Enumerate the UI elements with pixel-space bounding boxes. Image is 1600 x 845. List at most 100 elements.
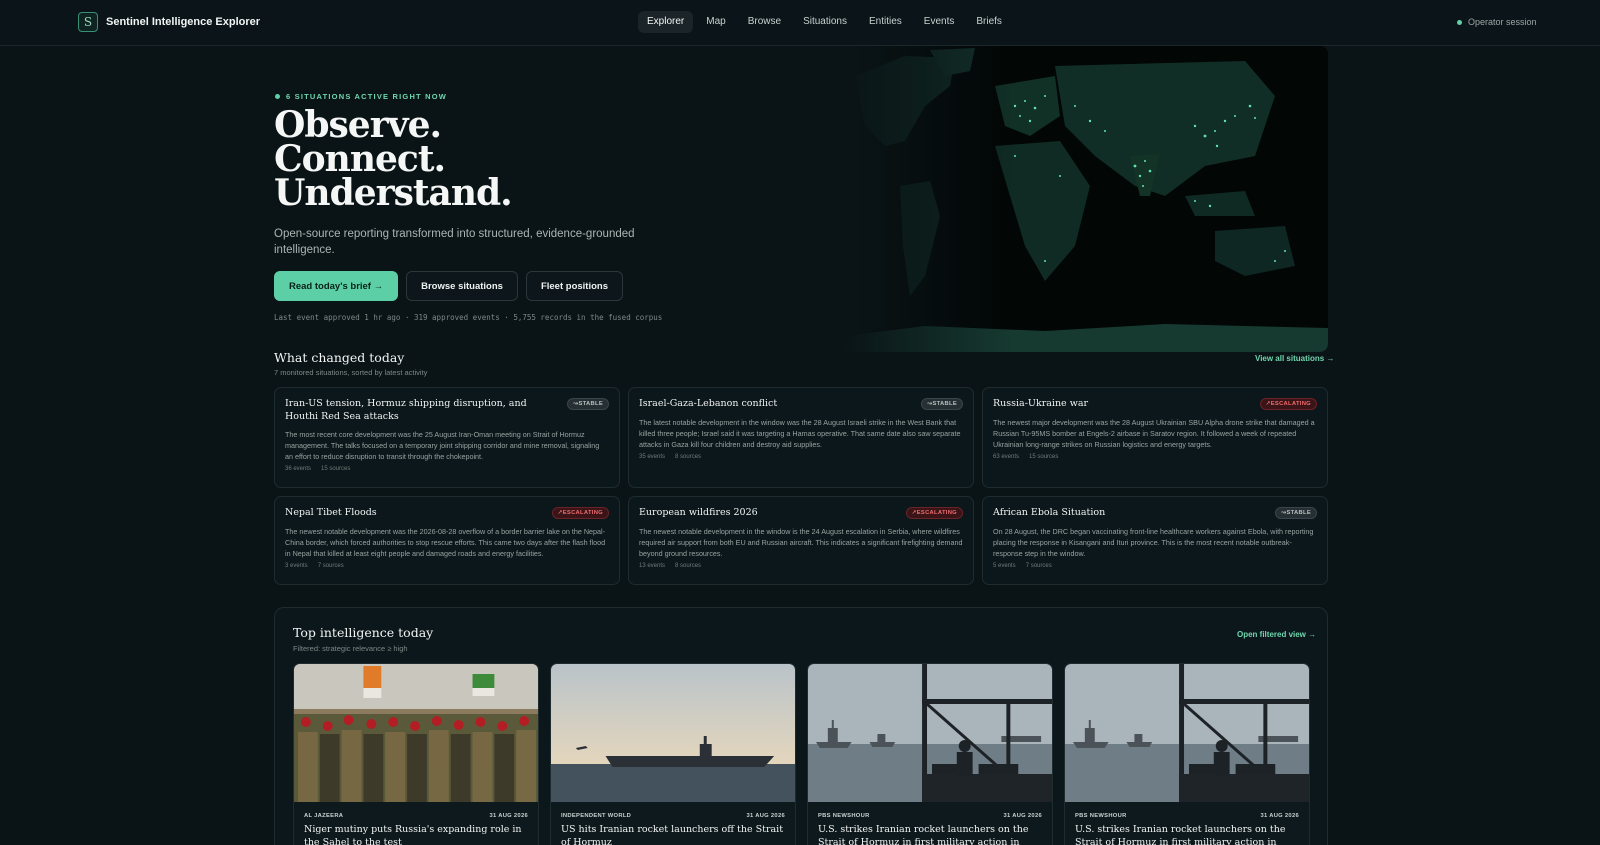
date-label: 31 AUG 2026 — [489, 813, 528, 819]
source-label: PBS NEWSHOUR — [818, 813, 870, 819]
source-label: INDEPENDENT WORLD — [561, 813, 632, 819]
soldiers-crowd-image — [294, 664, 538, 802]
top-bar: S Sentinel Intelligence Explorer Explore… — [0, 0, 1600, 46]
fleet-positions-button[interactable]: Fleet positions — [525, 271, 623, 301]
situation-summary: The newest notable development in the wi… — [639, 526, 963, 558]
intel-headline: U.S. strikes Iranian rocket launchers on… — [1075, 824, 1286, 845]
main-nav: Explorer Map Browse Situations Entities … — [638, 11, 1011, 33]
intel-meta: PBS NEWSHOUR 31 AUG 2026 — [808, 802, 1052, 819]
date-label: 31 AUG 2026 — [1003, 813, 1042, 819]
sources-count: 8 sources — [675, 562, 702, 569]
intel-headline: US hits Iranian rocket launchers off the… — [561, 824, 784, 845]
intel-meta: PBS NEWSHOUR 31 AUG 2026 — [1065, 802, 1309, 819]
sources-count: 15 sources — [321, 466, 351, 472]
nav-briefs[interactable]: Briefs — [967, 11, 1011, 33]
operator-session[interactable]: Operator session — [1457, 17, 1537, 27]
situation-summary: On 28 August, the DRC began vaccinating … — [993, 526, 1314, 558]
situation-summary: The newest notable development was the 2… — [285, 526, 606, 558]
brand-logo: S — [78, 12, 98, 32]
status-dot-icon — [1457, 19, 1462, 25]
hero-title-line: Understand. — [274, 172, 513, 214]
events-count: 35 events — [639, 453, 666, 460]
what-changed-subtitle: 7 monitored situations, sorted by latest… — [274, 368, 428, 377]
situation-summary: The latest notable development in the wi… — [639, 417, 961, 449]
events-count: 5 events — [993, 562, 1016, 569]
world-map-svg — [845, 46, 1328, 352]
situation-summary: The newest major development was the 28 … — [993, 417, 1315, 449]
situation-card[interactable]: European wildfires 2026 ↗ESCALATING The … — [628, 496, 974, 585]
intel-card[interactable]: INDEPENDENT WORLD 31 AUG 2026 US hits Ir… — [550, 663, 796, 845]
hero-kicker-text: 6 SITUATIONS ACTIVE RIGHT NOW — [286, 92, 448, 101]
hero-title-line: Connect. — [274, 138, 446, 180]
nav-situations[interactable]: Situations — [794, 11, 856, 33]
status-badge: ↗ESCALATING — [1259, 398, 1317, 410]
situation-title: African Ebola Situation — [993, 507, 1106, 518]
intel-card[interactable]: PBS NEWSHOUR 31 AUG 2026 U.S. strikes Ir… — [1064, 663, 1310, 845]
intel-headline: Niger mutiny puts Russia's expanding rol… — [304, 824, 522, 845]
open-filtered-view-link[interactable]: Open filtered view → — [1237, 630, 1316, 639]
intel-card[interactable]: PBS NEWSHOUR 31 AUG 2026 U.S. strikes Ir… — [807, 663, 1053, 845]
nav-events[interactable]: Events — [915, 11, 964, 33]
top-intelligence-panel: Top intelligence today Filtered: strateg… — [274, 607, 1328, 845]
top-intelligence-filter: Filtered: strategic relevance ≥ high — [293, 644, 408, 653]
status-badge: ↝STABLE — [1275, 507, 1317, 519]
situation-card[interactable]: Israel-Gaza-Lebanon conflict ↝STABLE The… — [628, 387, 974, 488]
nav-entities[interactable]: Entities — [860, 11, 911, 33]
what-changed-title: What changed today — [274, 350, 405, 365]
read-brief-button[interactable]: Read today's brief → — [274, 271, 399, 301]
nav-explorer[interactable]: Explorer — [638, 11, 694, 33]
intel-meta: AL JAZEERA 31 AUG 2026 — [294, 802, 538, 819]
situation-title: Russia-Ukraine war — [993, 398, 1089, 409]
status-badge: ↝STABLE — [567, 398, 609, 410]
aircraft-carrier-image — [551, 664, 795, 802]
intel-headline: U.S. strikes Iranian rocket launchers on… — [818, 824, 1029, 845]
world-map-image — [845, 46, 1328, 352]
events-count: 3 events — [285, 562, 308, 569]
source-label: PBS NEWSHOUR — [1075, 813, 1127, 819]
status-badge: ↝STABLE — [921, 398, 963, 410]
situation-title: European wildfires 2026 — [639, 507, 758, 518]
nav-browse[interactable]: Browse — [739, 11, 790, 33]
session-label: Operator session — [1468, 17, 1537, 27]
status-badge: ↗ESCALATING — [905, 507, 963, 519]
brand-name: Sentinel Intelligence Explorer — [106, 16, 261, 28]
intel-meta: INDEPENDENT WORLD 31 AUG 2026 — [551, 802, 795, 819]
situation-card[interactable]: Russia-Ukraine war ↗ESCALATING The newes… — [982, 387, 1328, 488]
nav-map[interactable]: Map — [697, 11, 734, 33]
situation-card[interactable]: African Ebola Situation ↝STABLE On 28 Au… — [982, 496, 1328, 585]
warships-pier-image — [1065, 664, 1309, 802]
situation-title: Iran-US tension, Hormuz shipping disrupt… — [285, 398, 527, 422]
situation-card[interactable]: Nepal Tibet Floods ↗ESCALATING The newes… — [274, 496, 620, 585]
warships-pier-image — [808, 664, 1052, 802]
situation-stats: 35 events 8 sources — [639, 454, 963, 460]
hero-kicker: 6 SITUATIONS ACTIVE RIGHT NOW — [275, 92, 447, 101]
situation-cards: Iran-US tension, Hormuz shipping disrupt… — [274, 387, 1328, 585]
situation-stats: 13 events 8 sources — [639, 563, 963, 569]
source-label: AL JAZEERA — [304, 813, 344, 819]
live-dot-icon — [275, 94, 280, 99]
situation-stats: 36 events 15 sources — [285, 466, 609, 472]
date-label: 31 AUG 2026 — [1260, 813, 1299, 819]
brand[interactable]: S Sentinel Intelligence Explorer — [78, 12, 260, 32]
top-intelligence-title: Top intelligence today — [293, 625, 434, 640]
intel-card[interactable]: AL JAZEERA 31 AUG 2026 Niger mutiny puts… — [293, 663, 539, 845]
corpus-meta: Last event approved 1 hr ago · 319 appro… — [274, 313, 663, 322]
browse-situations-button[interactable]: Browse situations — [406, 271, 518, 301]
situation-stats: 3 events 7 sources — [285, 563, 609, 569]
hero-title-line: Observe. — [274, 104, 442, 146]
situation-stats: 63 events 15 sources — [993, 454, 1317, 460]
sources-count: 7 sources — [317, 562, 344, 569]
view-all-situations-link[interactable]: View all situations → — [1255, 354, 1334, 363]
situation-title: Israel-Gaza-Lebanon conflict — [639, 398, 778, 409]
hero-subtitle: Open-source reporting transformed into s… — [274, 228, 635, 256]
situation-summary: The most recent core development was the… — [285, 430, 600, 461]
situation-title: Nepal Tibet Floods — [285, 507, 377, 518]
date-label: 31 AUG 2026 — [746, 813, 785, 819]
situation-stats: 5 events 7 sources — [993, 563, 1317, 569]
situation-card[interactable]: Iran-US tension, Hormuz shipping disrupt… — [274, 387, 620, 488]
hero-actions: Read today's brief → Browse situations F… — [274, 271, 623, 301]
events-count: 36 events — [285, 466, 312, 472]
sources-count: 7 sources — [1025, 562, 1052, 569]
events-count: 13 events — [639, 562, 666, 569]
sources-count: 8 sources — [675, 453, 702, 460]
